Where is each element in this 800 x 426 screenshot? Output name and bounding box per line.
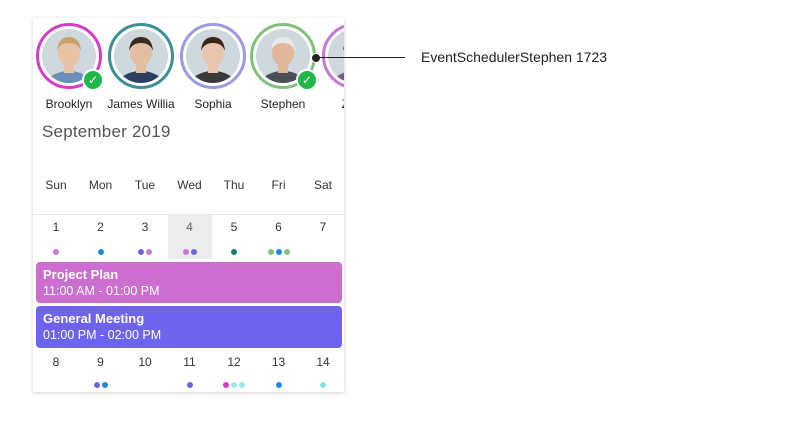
date-number: 8 <box>52 355 60 369</box>
weekday-header: Sun Mon Tue Wed Thu Fri Sat <box>33 178 344 194</box>
date-cell[interactable]: 10 <box>123 350 167 392</box>
event-indicator-dots <box>168 249 212 255</box>
avatar-zoey[interactable]: Zoey <box>322 23 344 111</box>
event-dot <box>320 382 326 388</box>
date-number: 13 <box>271 355 286 369</box>
event-indicator-dots <box>301 382 344 388</box>
avatar-sophia[interactable]: Sophia <box>180 23 246 111</box>
date-cell[interactable]: 3 <box>123 215 167 259</box>
event-indicator-dots <box>212 382 256 388</box>
event-dot <box>283 249 290 255</box>
event-dot <box>223 382 229 388</box>
month-title: September 2019 <box>42 122 171 141</box>
event-dot <box>53 249 59 255</box>
date-number: 7 <box>319 220 327 234</box>
date-number: 9 <box>97 355 104 369</box>
weekday-label: Sun <box>45 178 67 192</box>
event-title: General Meeting <box>43 311 145 326</box>
date-cell[interactable]: 4 <box>167 215 212 259</box>
callout-label: EventSchedulerStephen 1723 <box>421 49 608 65</box>
event-dot <box>231 382 237 388</box>
date-cell[interactable]: 11 <box>168 350 212 392</box>
date-cell[interactable]: 14 <box>301 350 344 392</box>
week-row-1: 1 2 3 4 5 6 7 <box>33 215 344 259</box>
weekday-label: Tue <box>134 178 156 192</box>
avatar-photo <box>186 29 240 83</box>
date-number: 5 <box>230 220 238 234</box>
check-icon: ✓ <box>82 69 104 91</box>
weekday-label: Sat <box>313 178 332 192</box>
event-dot <box>275 249 282 255</box>
event-dot <box>190 249 197 255</box>
callout-line <box>316 57 405 58</box>
date-number: 12 <box>227 355 241 369</box>
event-indicator-dots <box>212 249 256 255</box>
date-cell[interactable]: 9 <box>79 350 123 392</box>
weekday-label: Thu <box>223 178 245 192</box>
event-indicator-dots <box>79 249 123 255</box>
event-title: Project Plan <box>43 267 119 282</box>
avatar-stephen[interactable]: ✓ Stephen <box>250 23 318 111</box>
date-cell[interactable]: 6 <box>257 215 301 259</box>
date-number: 6 <box>275 220 282 234</box>
date-cell[interactable]: 13 <box>257 350 301 392</box>
date-number: 14 <box>316 355 330 369</box>
event-general-meeting[interactable]: General Meeting 01:00 PM - 02:00 PM <box>36 306 342 348</box>
event-indicator-dots <box>123 249 167 255</box>
weekday-label: Fri <box>271 178 286 192</box>
weekday-label: Wed <box>177 178 202 192</box>
event-project-plan[interactable]: Project Plan 11:00 AM - 01:00 PM <box>36 262 342 303</box>
callout-anchor-dot <box>311 53 321 63</box>
date-number: 10 <box>138 355 152 369</box>
event-dot <box>186 382 193 388</box>
event-indicator-dots <box>168 382 212 388</box>
avatar-photo <box>114 29 168 83</box>
event-time: 01:00 PM - 02:00 PM <box>43 328 162 342</box>
event-dot <box>182 249 189 255</box>
date-number: 1 <box>52 220 60 234</box>
event-dot <box>93 382 100 388</box>
event-dot <box>101 382 108 388</box>
event-dot <box>138 249 144 255</box>
week-row-2: 8 9 10 11 12 13 14 <box>33 350 344 392</box>
date-cell[interactable]: 12 <box>212 350 256 392</box>
event-dot <box>146 249 152 255</box>
event-dot <box>239 382 245 388</box>
event-indicator-dots <box>34 249 78 255</box>
event-indicator-dots <box>79 382 123 388</box>
date-cell[interactable]: 1 <box>34 215 78 259</box>
event-scheduler-panel: ✓Brooklyn James Willia Sophia ✓Stephen <box>33 18 344 392</box>
avatar-james-willia[interactable]: James Willia <box>107 23 175 111</box>
event-dot <box>231 249 237 255</box>
event-indicator-dots <box>257 249 301 255</box>
date-cell[interactable]: 8 <box>34 350 78 392</box>
date-number: 11 <box>183 355 196 369</box>
date-cell[interactable]: 2 <box>79 215 123 259</box>
avatar-brooklyn[interactable]: ✓ Brooklyn <box>36 23 104 111</box>
check-icon: ✓ <box>296 69 318 91</box>
date-number: 3 <box>141 220 149 234</box>
event-indicator-dots <box>257 382 301 388</box>
date-number: 2 <box>97 220 104 234</box>
date-cell[interactable]: 5 <box>212 215 256 259</box>
event-dot <box>97 249 104 255</box>
event-dot <box>275 382 282 388</box>
date-cell[interactable]: 7 <box>301 215 344 259</box>
weekday-label: Mon <box>88 178 113 192</box>
avatar-name: Zoey <box>310 97 344 111</box>
date-number: 4 <box>186 220 193 234</box>
event-dot <box>267 249 274 255</box>
event-time: 11:00 AM - 01:00 PM <box>43 284 160 298</box>
resource-avatar-strip[interactable]: ✓ Brooklyn James Willia Sophia ✓ Stephen <box>33 18 344 113</box>
